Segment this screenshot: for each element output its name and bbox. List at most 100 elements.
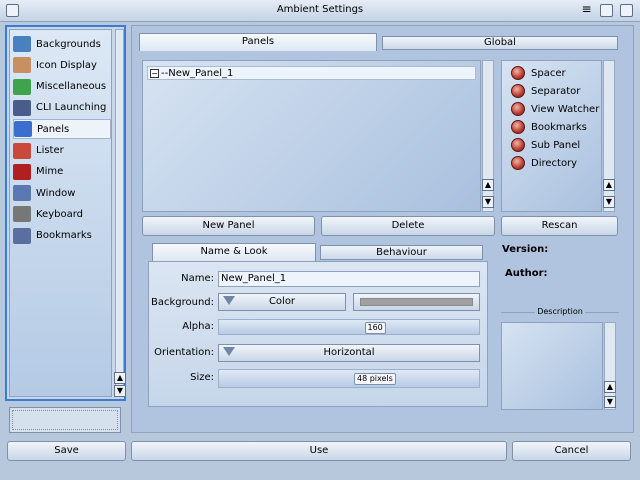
sidebar-item-label: CLI Launching bbox=[36, 102, 107, 114]
category-list: Backgrounds Icon Display Miscellaneous CLI … bbox=[9, 29, 112, 397]
sidebar-item-panels[interactable]: Panels bbox=[13, 119, 111, 140]
icon-display-icon bbox=[13, 57, 31, 74]
tree-connector: -- bbox=[161, 67, 169, 79]
background-dropdown[interactable]: Color bbox=[218, 293, 346, 311]
tab-panels[interactable]: Panels bbox=[139, 33, 377, 51]
close-button[interactable] bbox=[620, 4, 633, 17]
author-label: Author: bbox=[505, 268, 548, 279]
tree-scroll-down-button[interactable]: ▼ bbox=[482, 196, 494, 208]
sidebar-item-window[interactable]: Window bbox=[13, 183, 111, 203]
tab-name-look[interactable]: Name & Look bbox=[152, 243, 316, 261]
palette-item[interactable]: Bookmarks bbox=[511, 119, 587, 135]
palette-scrollbar[interactable]: ▲ ▼ bbox=[603, 60, 615, 212]
item-palette: Spacer Separator View Watcher Bookmarks Sub … bbox=[501, 60, 602, 212]
ball-icon bbox=[511, 138, 525, 152]
tree-item-label: New_Panel_1 bbox=[168, 67, 234, 79]
sidebar-item-label: Panels bbox=[37, 123, 70, 135]
rescan-button[interactable]: Rescan bbox=[501, 216, 618, 236]
sidebar-item-label: Window bbox=[36, 187, 76, 199]
scroll-up-button[interactable]: ▲ bbox=[114, 372, 126, 384]
ball-icon bbox=[511, 66, 525, 80]
palette-item-label: Separator bbox=[531, 85, 581, 97]
description-group: Description bbox=[501, 307, 619, 411]
iconify-button[interactable] bbox=[600, 4, 613, 17]
use-button[interactable]: Use bbox=[131, 441, 507, 461]
tree-scroll-up-button[interactable]: ▲ bbox=[482, 179, 494, 191]
size-slider[interactable]: 48 pixels bbox=[218, 369, 480, 388]
alpha-value[interactable]: 160 bbox=[364, 322, 386, 334]
color-picker-button[interactable] bbox=[353, 293, 480, 311]
palette-item[interactable]: Directory bbox=[511, 155, 577, 171]
sidebar-item-miscellaneous[interactable]: Miscellaneous bbox=[13, 77, 111, 97]
alpha-label: Alpha: bbox=[182, 321, 214, 332]
orientation-label: Orientation: bbox=[154, 347, 214, 358]
tab-behaviour[interactable]: Behaviour bbox=[320, 245, 483, 260]
keyboard-icon bbox=[13, 206, 31, 223]
palette-item[interactable]: View Watcher bbox=[511, 101, 599, 117]
description-scroll-down-button[interactable]: ▼ bbox=[604, 396, 616, 408]
bookmarks-icon bbox=[13, 227, 31, 244]
collapse-icon[interactable]: − bbox=[150, 68, 159, 78]
sidebar-item-icon-display[interactable]: Icon Display bbox=[13, 55, 111, 75]
description-text-area[interactable] bbox=[501, 322, 603, 410]
tree-scrollbar[interactable]: ▲ ▼ bbox=[482, 60, 494, 212]
color-swatch bbox=[360, 298, 473, 306]
orientation-dropdown[interactable]: Horizontal bbox=[218, 344, 480, 362]
save-button[interactable]: Save bbox=[7, 441, 126, 461]
delete-button[interactable]: Delete bbox=[321, 216, 495, 236]
cancel-button[interactable]: Cancel bbox=[512, 441, 631, 461]
title-bar: Ambient Settings ≡ bbox=[0, 0, 640, 22]
alpha-slider[interactable]: 160 bbox=[218, 319, 480, 335]
new-panel-button[interactable]: New Panel bbox=[142, 216, 315, 236]
backgrounds-icon bbox=[13, 36, 31, 52]
sidebar-item-keyboard[interactable]: Keyboard bbox=[13, 204, 111, 224]
description-scrollbar[interactable]: ▲ ▼ bbox=[604, 322, 616, 410]
palette-item-label: Directory bbox=[531, 157, 578, 169]
name-field[interactable]: New_Panel_1 bbox=[218, 271, 480, 287]
cli-launching-icon bbox=[13, 99, 31, 116]
sidebar-item-lister[interactable]: Lister bbox=[13, 141, 111, 161]
palette-scroll-down-button[interactable]: ▼ bbox=[603, 196, 615, 208]
palette-item[interactable]: Sub Panel bbox=[511, 137, 580, 153]
size-label: Size: bbox=[190, 372, 214, 383]
orientation-value: Horizontal bbox=[323, 347, 375, 358]
sidebar-status-area bbox=[9, 407, 121, 433]
sidebar-item-bookmarks[interactable]: Bookmarks bbox=[13, 226, 111, 246]
miscellaneous-icon bbox=[13, 78, 31, 95]
version-label: Version: bbox=[502, 244, 549, 255]
sidebar-item-label: Keyboard bbox=[36, 208, 84, 220]
palette-item-label: Bookmarks bbox=[531, 121, 587, 133]
sidebar-item-mime[interactable]: Mime bbox=[13, 162, 111, 182]
description-label: Description bbox=[537, 307, 583, 316]
palette-item-label: Spacer bbox=[531, 67, 566, 79]
sidebar-item-label: Backgrounds bbox=[36, 38, 101, 50]
ball-icon bbox=[511, 102, 525, 116]
background-label: Background: bbox=[150, 297, 214, 308]
ball-icon bbox=[511, 120, 525, 134]
sidebar-item-label: Lister bbox=[36, 145, 64, 156]
palette-item[interactable]: Separator bbox=[511, 83, 580, 99]
palette-scroll-up-button[interactable]: ▲ bbox=[603, 179, 615, 191]
sidebar-item-label: Bookmarks bbox=[36, 230, 92, 242]
background-value: Color bbox=[268, 296, 296, 307]
sidebar-item-label: Icon Display bbox=[36, 59, 97, 71]
scroll-down-button[interactable]: ▼ bbox=[114, 385, 126, 397]
menu-icon[interactable]: ≡ bbox=[580, 3, 593, 17]
palette-item-label: Sub Panel bbox=[531, 139, 581, 151]
sidebar-item-backgrounds[interactable]: Backgrounds bbox=[13, 34, 111, 54]
panels-icon bbox=[14, 121, 32, 138]
panel-tree: − -- New_Panel_1 bbox=[142, 60, 481, 212]
description-scroll-up-button[interactable]: ▲ bbox=[604, 381, 616, 393]
palette-item-label: View Watcher bbox=[531, 103, 600, 115]
name-label: Name: bbox=[181, 273, 214, 284]
tab-global[interactable]: Global bbox=[382, 36, 618, 50]
sidebar-item-cli-launching[interactable]: CLI Launching bbox=[13, 98, 111, 118]
lister-icon bbox=[13, 142, 31, 159]
chevron-down-icon bbox=[223, 347, 235, 356]
mime-icon bbox=[13, 163, 31, 180]
palette-item[interactable]: Spacer bbox=[511, 65, 566, 81]
sidebar-scrollbar[interactable]: ▲ ▼ bbox=[114, 29, 126, 397]
tree-item[interactable]: − -- New_Panel_1 bbox=[147, 66, 476, 80]
size-value[interactable]: 48 pixels bbox=[354, 373, 396, 385]
category-sidebar: Backgrounds Icon Display Miscellaneous CLI … bbox=[5, 25, 126, 401]
